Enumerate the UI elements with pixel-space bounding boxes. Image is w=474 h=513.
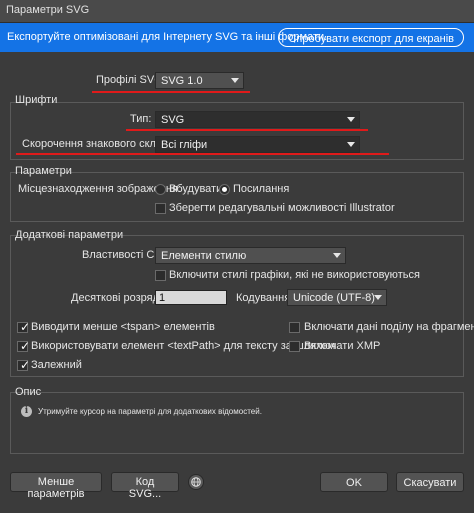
- fewer-tspan-checkbox[interactable]: ✓: [17, 320, 31, 334]
- font-subset-select-value: Всі гліфи: [161, 139, 208, 151]
- encoding-label: Кодування:: [236, 292, 294, 304]
- link-label: Посилання: [233, 183, 290, 195]
- profile-select[interactable]: SVG 1.0: [155, 72, 244, 89]
- red-underline-subset: [16, 153, 389, 155]
- export-banner: Експортуйте оптимізовані для Інтернету S…: [0, 23, 474, 52]
- chevron-down-icon: [374, 295, 382, 300]
- css-properties-select-value: Елементи стилю: [161, 250, 247, 262]
- window-title: Параметри SVG: [0, 0, 474, 23]
- checkmark-icon: ✓: [20, 339, 31, 353]
- globe-icon-graphic: [191, 477, 201, 487]
- textpath-checkbox[interactable]: ✓: [17, 339, 31, 353]
- slicing-data-checkbox[interactable]: [289, 322, 300, 333]
- embed-radio[interactable]: [155, 184, 166, 195]
- svg-code-button[interactable]: Код SVG...: [111, 472, 179, 500]
- css-properties-select[interactable]: Елементи стилю: [155, 247, 346, 264]
- description-group: [10, 392, 464, 454]
- encoding-select-value: Unicode (UTF-8): [293, 292, 375, 304]
- description-group-title: Опис: [15, 386, 42, 398]
- options-group: [10, 172, 464, 222]
- checkmark-icon: ✓: [20, 320, 31, 334]
- chevron-down-icon: [333, 253, 341, 258]
- description-text: Утримуйте курсор на параметрі для додатк…: [38, 407, 262, 416]
- link-radio[interactable]: [219, 184, 230, 195]
- ok-button[interactable]: OK: [320, 472, 388, 492]
- red-underline-type: [126, 129, 368, 131]
- include-unused-styles-checkbox[interactable]: [155, 270, 166, 281]
- font-subset-select[interactable]: Всі гліфи: [155, 136, 360, 153]
- options-group-title: Параметри: [15, 165, 72, 177]
- decimal-places-label: Десяткові розряди:: [71, 292, 169, 304]
- cancel-button[interactable]: Скасувати: [396, 472, 464, 492]
- radio-selected-dot: [222, 187, 227, 192]
- checkmark-icon: ✓: [20, 358, 31, 372]
- xmp-checkbox[interactable]: [289, 341, 300, 352]
- try-export-for-screens-button[interactable]: Спробувати експорт для екранів: [278, 28, 464, 47]
- font-type-select[interactable]: SVG: [155, 111, 360, 128]
- font-subset-label: Скорочення знакового складу:: [22, 138, 178, 150]
- chevron-down-icon: [347, 117, 355, 122]
- embed-label: Вбудувати: [169, 183, 223, 195]
- dialog-body: Профілі SVG: SVG 1.0 Шрифти Тип: SVG Ско…: [0, 52, 474, 513]
- globe-icon[interactable]: [188, 474, 204, 490]
- info-icon: i: [21, 406, 32, 417]
- font-type-select-value: SVG: [161, 114, 185, 126]
- chevron-down-icon: [231, 78, 239, 83]
- advanced-group-title: Додаткові параметри: [15, 229, 124, 241]
- preserve-editing-label: Зберегти редагувальні можливості Illustr…: [169, 202, 395, 214]
- chevron-down-icon: [347, 142, 355, 147]
- preserve-editing-checkbox[interactable]: [155, 203, 166, 214]
- xmp-label: Включати XMP: [304, 340, 381, 352]
- responsive-label: Залежний: [31, 359, 82, 371]
- profile-select-value: SVG 1.0: [161, 75, 203, 87]
- fewer-tspan-label: Виводити менше <tspan> елементів: [31, 321, 215, 333]
- decimal-places-input[interactable]: 1: [155, 290, 227, 305]
- responsive-checkbox[interactable]: ✓: [17, 358, 31, 372]
- less-options-button[interactable]: Менше параметрів: [10, 472, 102, 500]
- include-unused-styles-label: Включити стилі графіки, які не використо…: [169, 269, 420, 281]
- encoding-select[interactable]: Unicode (UTF-8): [287, 289, 387, 306]
- font-type-label: Тип:: [130, 113, 152, 125]
- slicing-data-label: Включати дані поділу на фрагменти: [304, 321, 474, 333]
- fonts-group-title: Шрифти: [15, 94, 58, 106]
- red-underline-profile: [92, 91, 250, 93]
